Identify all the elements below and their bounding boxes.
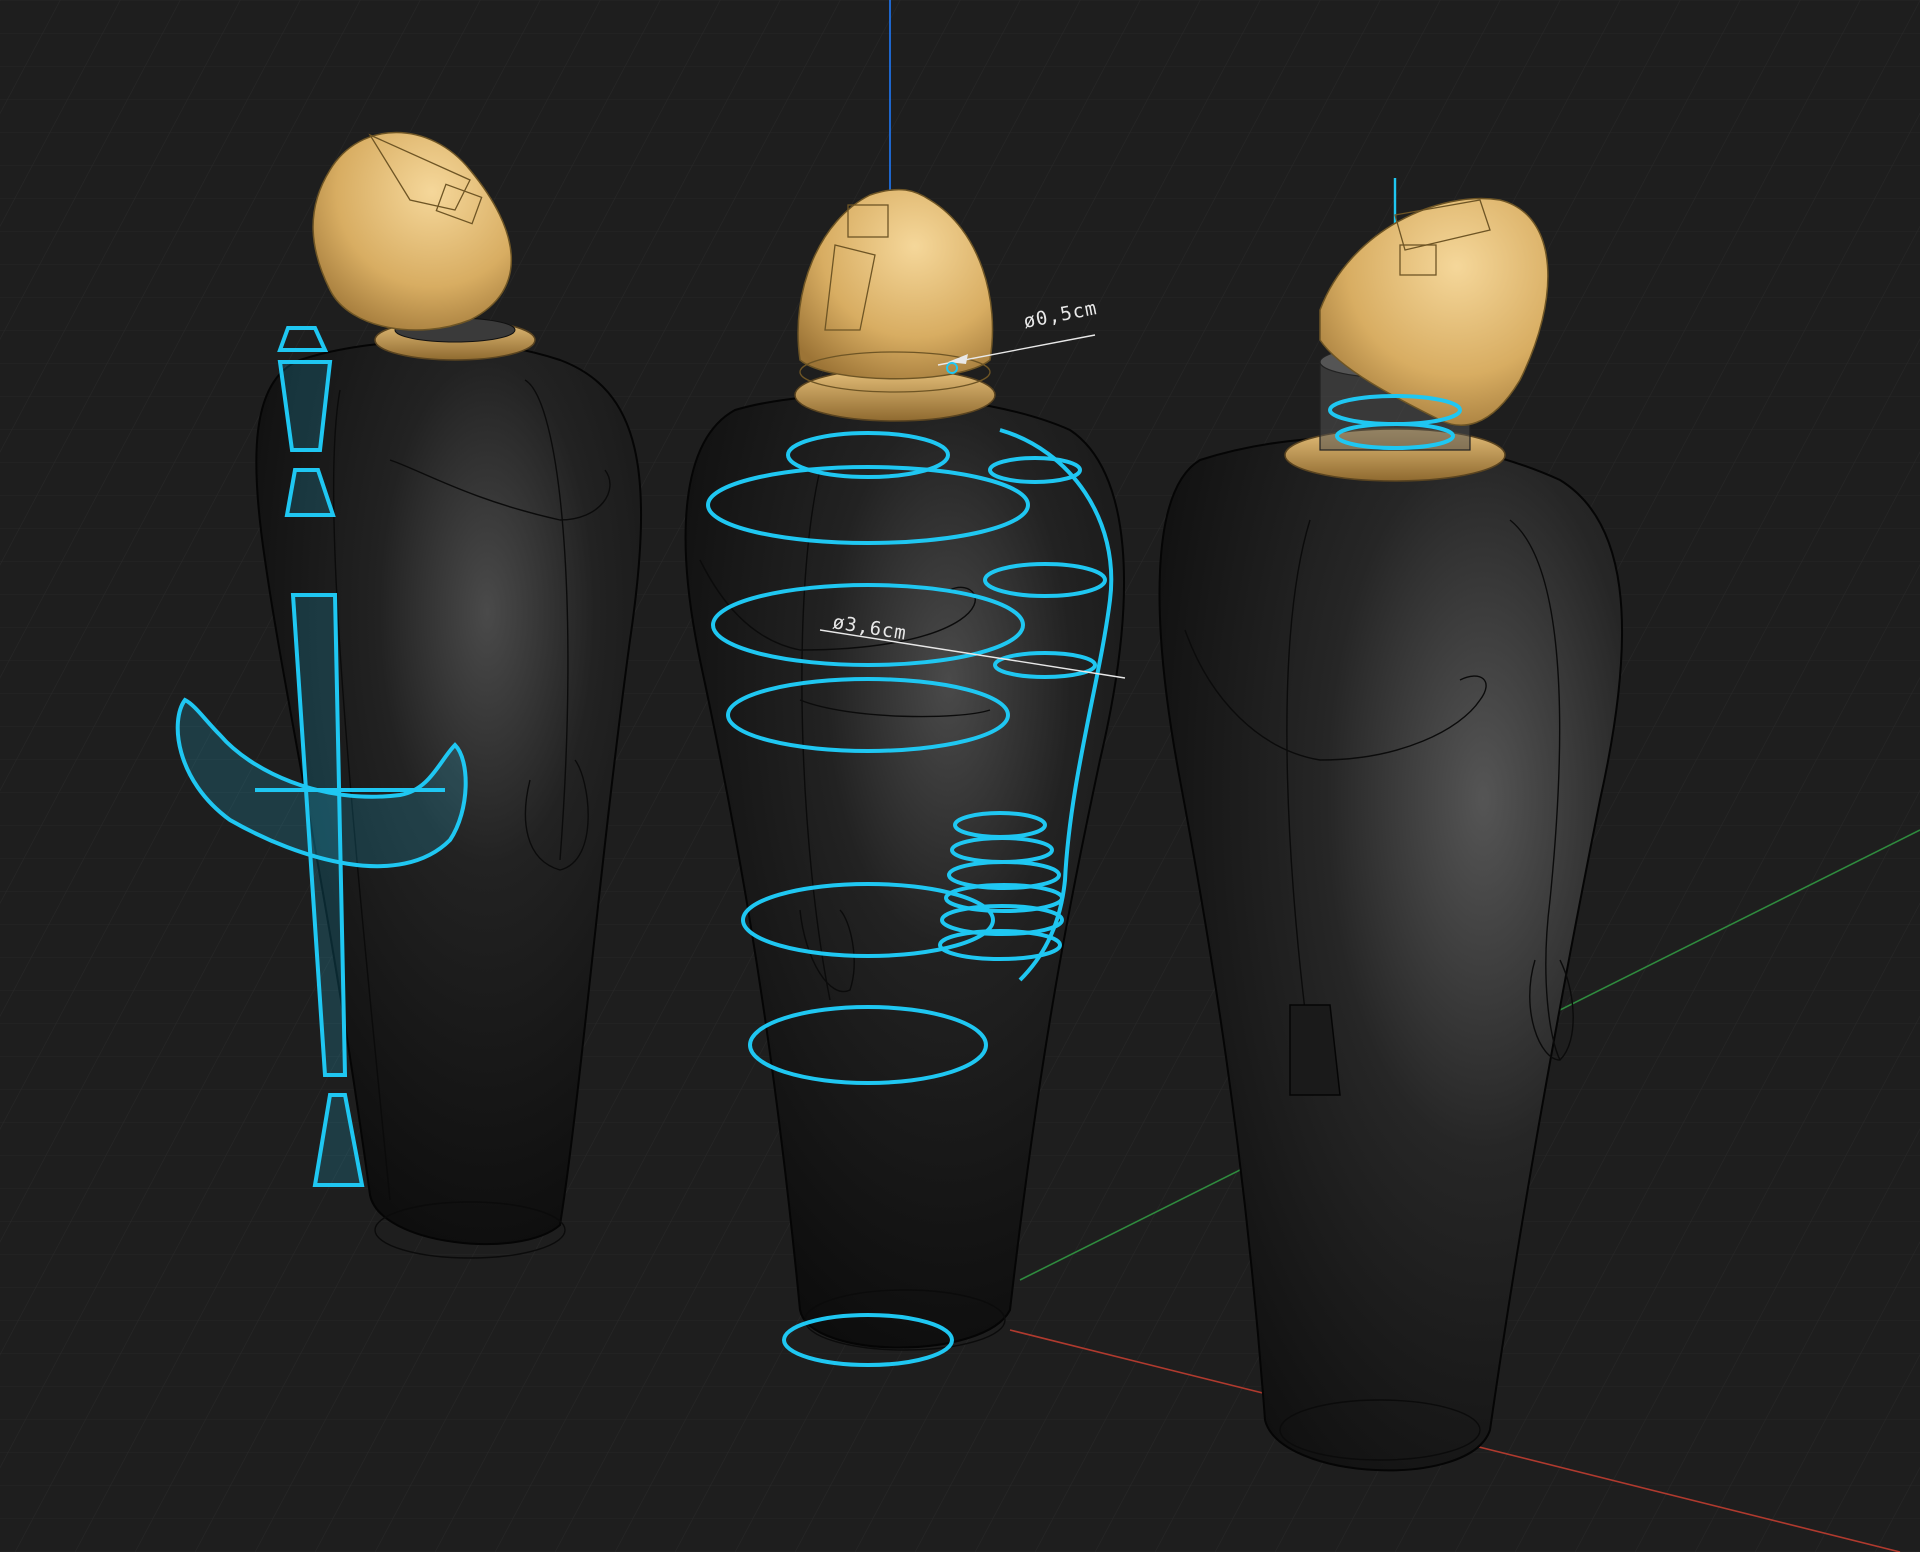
cad-viewport[interactable]: ø0,5cm ø3,6cm (0, 0, 1920, 1552)
